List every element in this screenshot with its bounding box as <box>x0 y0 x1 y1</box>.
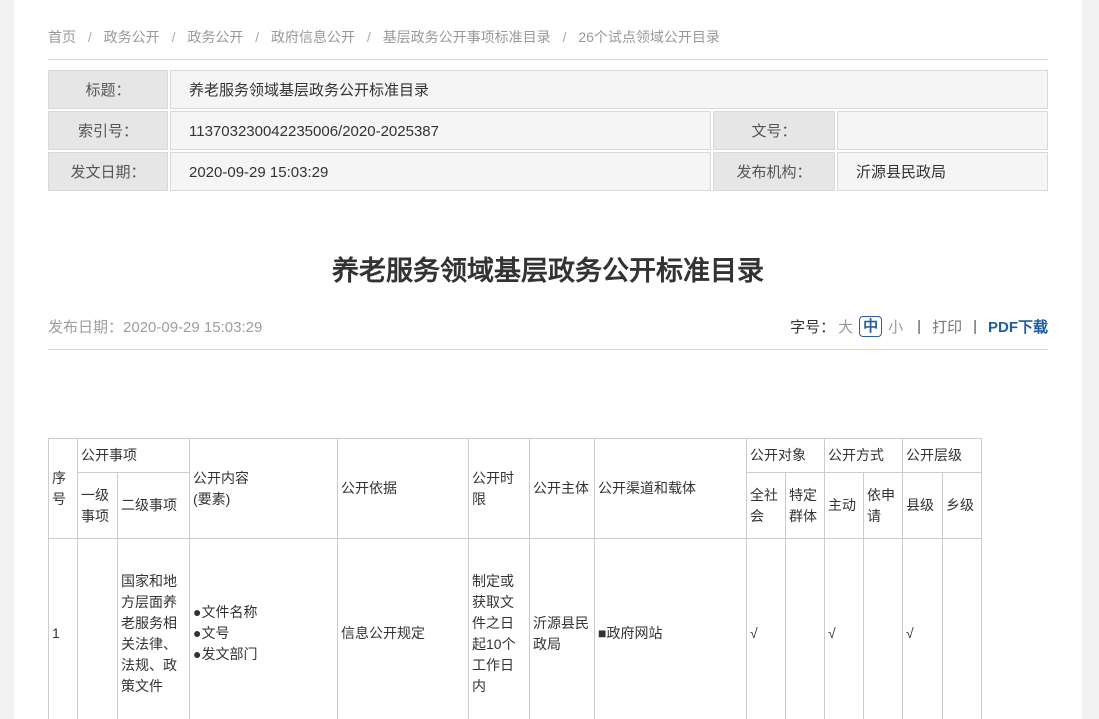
pdf-download-link[interactable]: PDF下载 <box>988 316 1048 337</box>
cell-on-request <box>864 539 903 719</box>
breadcrumb-separator: / <box>563 29 567 45</box>
cell-proactive: √ <box>825 539 864 719</box>
cell-township <box>943 539 982 719</box>
breadcrumb-zhengwu-2[interactable]: 政务公开 <box>187 29 243 45</box>
breadcrumb-separator: / <box>88 29 92 45</box>
meta-agency-label: 发布机构： <box>713 152 835 191</box>
meta-docnumber-label: 文号： <box>713 111 835 150</box>
breadcrumb-gov-info[interactable]: 政府信息公开 <box>271 29 355 45</box>
cell-serial: 1 <box>49 539 78 719</box>
article-divider <box>48 349 1048 350</box>
meta-title-value: 养老服务领域基层政务公开标准目录 <box>170 70 1048 109</box>
cell-content: ●文件名称 ●文号 ●发文部门 <box>190 539 338 719</box>
page-title: 养老服务领域基层政务公开标准目录 <box>48 255 1048 287</box>
publish-date-label: 发布日期： <box>48 319 123 336</box>
meta-index-value: 113703230042235006/2020-2025387 <box>170 111 711 150</box>
header-channels: 公开渠道和载体 <box>595 439 747 539</box>
meta-title-label: 标题： <box>48 70 168 109</box>
meta-issuedate-value: 2020-09-29 15:03:29 <box>170 152 711 191</box>
font-size-large-button[interactable]: 大 <box>838 316 853 337</box>
header-subject: 公开主体 <box>530 439 595 539</box>
font-size-label: 字号： <box>790 316 835 337</box>
header-basis: 公开依据 <box>338 439 469 539</box>
header-serial: 序号 <box>49 439 78 539</box>
breadcrumb-standard-catalog[interactable]: 基层政务公开事项标准目录 <box>383 29 551 45</box>
header-level2: 二级事项 <box>118 473 190 539</box>
header-township: 乡级 <box>943 473 982 539</box>
header-time-limit: 公开时限 <box>469 439 530 539</box>
print-button[interactable]: 打印 <box>932 316 962 337</box>
breadcrumb-pilot-catalog[interactable]: 26个试点领域公开目录 <box>578 29 720 45</box>
toolbar-divider: | <box>917 318 921 335</box>
font-size-medium-button[interactable]: 中 <box>859 316 882 337</box>
header-level1: 一级事项 <box>78 473 118 539</box>
breadcrumb-home[interactable]: 首页 <box>48 29 76 45</box>
meta-docnumber-value <box>837 111 1048 150</box>
breadcrumb-separator: / <box>255 29 259 45</box>
breadcrumb-zhengwu-1[interactable]: 政务公开 <box>104 29 160 45</box>
meta-issuedate-label: 发文日期： <box>48 152 168 191</box>
article-toolbar: 发布日期：2020-09-29 15:03:29 字号： 大 中 小 | 打印 … <box>48 316 1048 337</box>
header-level: 公开层级 <box>903 439 982 473</box>
cell-specific-group <box>786 539 825 719</box>
cell-county: √ <box>903 539 943 719</box>
table-row: 1 国家和地方层面养老服务相关法律、法规、政策文件 ●文件名称 ●文号 ●发文部… <box>49 539 982 719</box>
cell-channels: ■政府网站 <box>595 539 747 719</box>
publish-date: 发布日期：2020-09-29 15:03:29 <box>48 316 262 337</box>
header-proactive: 主动 <box>825 473 864 539</box>
header-county: 县级 <box>903 473 943 539</box>
meta-agency-value: 沂源县民政局 <box>837 152 1048 191</box>
cell-level2: 国家和地方层面养老服务相关法律、法规、政策文件 <box>118 539 190 719</box>
breadcrumb-divider <box>48 59 1048 60</box>
cell-basis: 信息公开规定 <box>338 539 469 719</box>
cell-level1 <box>78 539 118 719</box>
breadcrumb-separator: / <box>172 29 176 45</box>
header-matters: 公开事项 <box>78 439 190 473</box>
font-size-small-button[interactable]: 小 <box>888 316 903 337</box>
cell-time-limit: 制定或获取文件之日起10个工作日内 <box>469 539 530 719</box>
content-page: 首页 / 政务公开 / 政务公开 / 政府信息公开 / 基层政务公开事项标准目录… <box>14 0 1082 719</box>
header-audience: 公开对象 <box>747 439 825 473</box>
breadcrumb-separator: / <box>367 29 371 45</box>
document-meta-table: 标题： 养老服务领域基层政务公开标准目录 索引号： 11370323004223… <box>48 70 1048 191</box>
header-on-request: 依申请 <box>864 473 903 539</box>
publish-date-value: 2020-09-29 15:03:29 <box>123 319 262 336</box>
font-print-tools: 字号： 大 中 小 | 打印 | PDF下载 <box>790 316 1048 337</box>
meta-index-label: 索引号： <box>48 111 168 150</box>
header-method: 公开方式 <box>825 439 903 473</box>
cell-subject: 沂源县民政局 <box>530 539 595 719</box>
header-all-public: 全社会 <box>747 473 786 539</box>
breadcrumb: 首页 / 政务公开 / 政务公开 / 政府信息公开 / 基层政务公开事项标准目录… <box>48 0 1048 47</box>
header-content: 公开内容 (要素) <box>190 439 338 539</box>
cell-all-public: √ <box>747 539 786 719</box>
header-specific-group: 特定群体 <box>786 473 825 539</box>
catalog-table: 序号 公开事项 公开内容 (要素) 公开依据 公开时限 公开主体 公开渠道和载体… <box>48 438 982 719</box>
catalog-table-section: 序号 公开事项 公开内容 (要素) 公开依据 公开时限 公开主体 公开渠道和载体… <box>14 438 1082 719</box>
toolbar-divider: | <box>973 318 977 335</box>
